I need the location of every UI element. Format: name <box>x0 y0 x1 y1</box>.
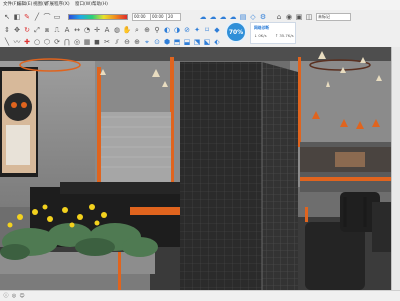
cloud-download-icon[interactable]: ☁ <box>218 12 228 22</box>
user-icon[interactable]: ☺ <box>18 291 26 300</box>
axes-icon[interactable]: ✛ <box>92 25 102 35</box>
info-icon[interactable]: ⓘ <box>2 291 10 300</box>
push-pull-icon[interactable]: ⇕ <box>2 25 12 35</box>
xray-icon[interactable]: ✦ <box>192 25 202 35</box>
network-download: ↓ 0K/s <box>254 33 267 38</box>
arc-icon[interactable]: ⌒ <box>42 12 52 22</box>
outer-shell-icon[interactable]: ◎ <box>72 37 82 47</box>
orbit-icon[interactable]: ◍ <box>112 25 122 35</box>
line-tool-icon[interactable]: ╲ <box>2 37 12 47</box>
menu-extensions[interactable]: 扩展程序(X) <box>45 1 70 7</box>
cloud-icon[interactable]: ☁ <box>198 12 208 22</box>
circle-icon[interactable]: ○ <box>32 37 42 47</box>
scene-icon[interactable]: ▣ <box>294 12 304 22</box>
union-icon[interactable]: ⊕ <box>132 37 142 47</box>
red-tool-icon[interactable]: ✚ <box>22 37 32 47</box>
home-icon[interactable]: ⌂ <box>274 12 284 22</box>
camera-icon[interactable]: ◉ <box>284 12 294 22</box>
tape-icon[interactable]: ⎍ <box>52 25 62 35</box>
settings-icon[interactable]: ⚙ <box>258 12 268 22</box>
model-viewport[interactable] <box>0 47 391 290</box>
protractor-icon[interactable]: ◔ <box>82 25 92 35</box>
time-field[interactable]: 00:00 <box>132 13 151 21</box>
menu-file[interactable]: 文件(F) <box>3 1 18 7</box>
dimension-icon[interactable]: ↔ <box>72 25 82 35</box>
component-icon[interactable]: ◫ <box>304 12 314 22</box>
eraser-icon[interactable]: ◧ <box>12 12 22 22</box>
walk-icon[interactable]: ⚲ <box>152 25 162 35</box>
line-icon[interactable]: ╱ <box>32 12 42 22</box>
rotate-icon[interactable]: ↻ <box>22 25 32 35</box>
planter <box>0 272 150 290</box>
offset-icon[interactable]: ⧈ <box>42 25 52 35</box>
back-view-icon[interactable]: ⬕ <box>202 37 212 47</box>
section-icon[interactable]: ⊘ <box>182 25 192 35</box>
percent-indicator[interactable]: 70% <box>225 21 247 43</box>
network-panel: 网络诊断 ↓ 0K/s ↑ 35.7K/s <box>250 22 296 44</box>
scale-icon[interactable]: ⤢ <box>32 25 42 35</box>
subtract-icon[interactable]: ⊖ <box>122 37 132 47</box>
chair <box>305 222 365 290</box>
polygon-icon[interactable]: ⬡ <box>42 37 52 47</box>
front-view-icon[interactable]: ⬓ <box>182 37 192 47</box>
3d-text-icon[interactable]: A <box>102 25 112 35</box>
trim-icon[interactable]: ✂ <box>102 37 112 47</box>
scene-render <box>0 47 391 290</box>
sandbox-icon[interactable]: ▦ <box>82 37 92 47</box>
wireframe-icon[interactable]: ⌑ <box>202 25 212 35</box>
intersect-icon[interactable]: ⋂ <box>62 37 72 47</box>
menu-help[interactable]: 帮助(H) <box>92 1 108 7</box>
status-bar: ⓘ ◎ ☺ <box>0 290 400 301</box>
tag-dropdown[interactable]: 未标记 <box>316 13 351 21</box>
zoom-extents-icon[interactable]: ⊕ <box>142 25 152 35</box>
move-icon[interactable]: ✥ <box>12 25 22 35</box>
top-view-icon[interactable]: ⬒ <box>172 37 182 47</box>
left-view-icon[interactable]: ⬖ <box>212 37 222 47</box>
layers-icon[interactable]: ◇ <box>248 12 258 22</box>
style-icon[interactable]: ◐ <box>162 25 172 35</box>
network-title: 网络诊断 <box>254 25 270 30</box>
toolbar: ↖ ◧ ✎ ╱ ⌒ ▭ 00:00 00:00 20 ☁ ☁ ☁ ☁ ▤ ◇ ⚙… <box>0 10 400 48</box>
menu-window[interactable]: 窗口(W) <box>75 1 92 7</box>
follow-me-icon[interactable]: ⟳ <box>52 37 62 47</box>
iso-view-icon[interactable]: ⬢ <box>162 37 172 47</box>
shadow-icon[interactable]: ◑ <box>172 25 182 35</box>
zoom-icon[interactable]: ⌕ <box>132 25 142 35</box>
look-around-icon[interactable]: ⊙ <box>152 37 162 47</box>
right-view-icon[interactable]: ⬔ <box>192 37 202 47</box>
text-icon[interactable]: A <box>62 25 72 35</box>
freehand-icon[interactable]: 〰 <box>12 37 22 47</box>
right-panel-strip[interactable] <box>391 47 400 290</box>
pan-icon[interactable]: ✋ <box>122 25 132 35</box>
select-icon[interactable]: ↖ <box>2 12 12 22</box>
angle-field[interactable]: 20 <box>166 13 181 21</box>
solid-icon[interactable]: ◼ <box>92 37 102 47</box>
camera-position-icon[interactable]: ⌖ <box>142 37 152 47</box>
geo-icon[interactable]: ◎ <box>10 291 18 300</box>
shaded-icon[interactable]: ◆ <box>212 25 222 35</box>
paint-icon[interactable]: ✎ <box>22 12 32 22</box>
wireframe-column <box>180 62 262 290</box>
chart-icon[interactable]: ▤ <box>238 12 248 22</box>
color-palette[interactable] <box>68 14 128 20</box>
menu-edit[interactable]: 编辑(E) <box>17 1 32 7</box>
network-upload: ↑ 35.7K/s <box>275 33 294 38</box>
rectangle-icon[interactable]: ▭ <box>52 12 62 22</box>
split-icon[interactable]: ⫽ <box>112 37 122 47</box>
cloud-upload-icon[interactable]: ☁ <box>208 12 218 22</box>
time-field-2[interactable]: 00:00 <box>150 13 167 21</box>
